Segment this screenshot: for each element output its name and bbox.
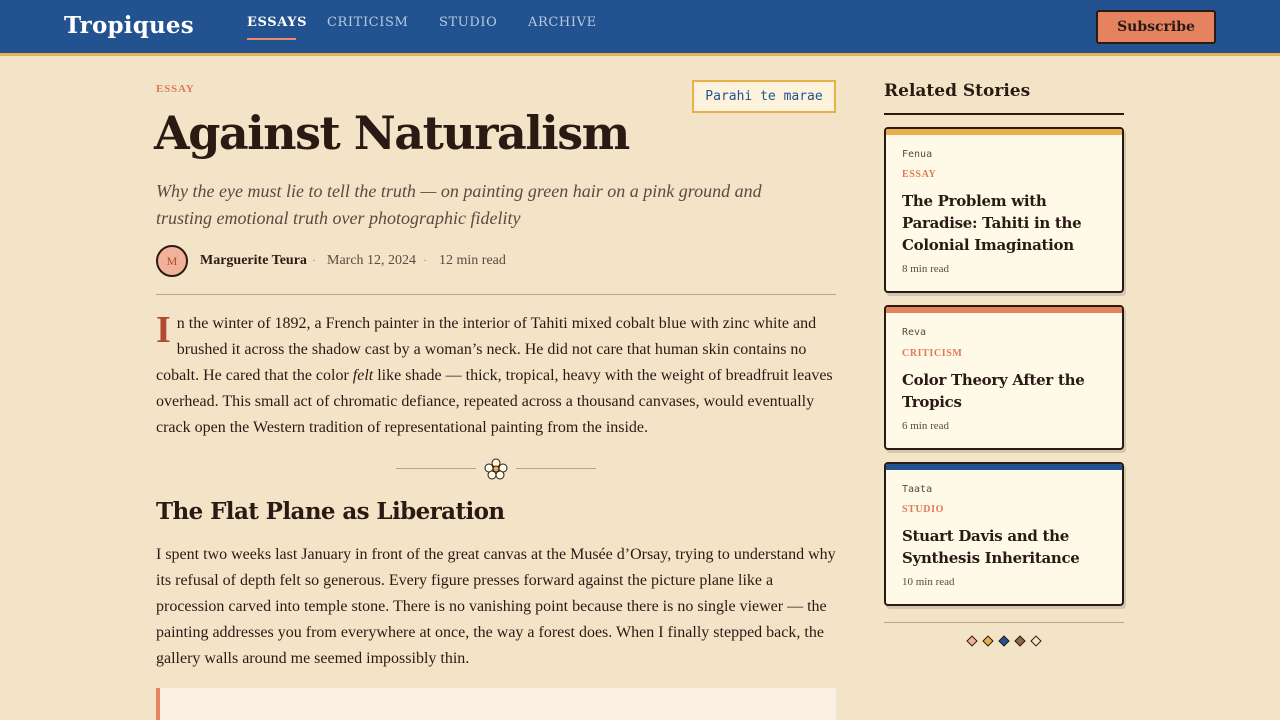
carousel-dot[interactable]: [998, 635, 1010, 647]
card-read-time: 10 min read: [902, 576, 955, 588]
card-title[interactable]: Stuart Davis and the Synthesis Inheritan…: [902, 525, 1114, 569]
author-name[interactable]: Marguerite Teura: [200, 253, 307, 269]
related-story-card[interactable]: Reva CRITICISM Color Theory After the Tr…: [884, 305, 1124, 450]
carousel-dot[interactable]: [1030, 635, 1042, 647]
card-read-time: 6 min read: [902, 420, 950, 432]
article-kicker: ESSAY: [156, 83, 195, 95]
card-source: Taata: [902, 484, 933, 495]
carousel-dot[interactable]: [982, 635, 994, 647]
article-title: Against Naturalism: [154, 106, 630, 160]
carousel-dot[interactable]: [1014, 635, 1026, 647]
card-category: CRITICISM: [902, 348, 963, 359]
pull-quote: [156, 688, 836, 720]
byline-separator: ·: [312, 253, 316, 267]
byline: M Marguerite Teura · March 12, 2024 · 12…: [156, 245, 836, 277]
card-title[interactable]: Color Theory After the Tropics: [902, 369, 1114, 413]
sidebar-divider: [884, 113, 1124, 115]
card-source: Fenua: [902, 149, 933, 160]
header-divider: [156, 294, 836, 295]
article-paragraph: I spent two weeks last January in front …: [156, 546, 836, 667]
author-avatar[interactable]: M: [156, 245, 188, 277]
related-story-card[interactable]: Fenua ESSAY The Problem with Paradise: T…: [884, 127, 1124, 293]
card-read-time: 8 min read: [902, 263, 950, 275]
card-title[interactable]: The Problem with Paradise: Tahiti in the…: [902, 190, 1114, 256]
nav-criticism[interactable]: CRITICISM: [327, 15, 408, 30]
card-accent-bar: [886, 307, 1122, 313]
nav-archive[interactable]: ARCHIVE: [528, 15, 597, 30]
ornament-line: [516, 468, 596, 469]
related-stories-heading: Related Stories: [884, 81, 1031, 101]
flower-icon: [484, 458, 508, 480]
subscribe-button[interactable]: Subscribe: [1096, 10, 1216, 44]
card-source: Reva: [902, 327, 927, 338]
publish-date: March 12, 2024: [327, 253, 417, 268]
emphasis-text: felt: [352, 367, 374, 384]
sidebar-bottom-divider: [884, 622, 1124, 623]
section-ornament: [396, 456, 596, 480]
drop-cap: I: [156, 309, 171, 351]
card-category: ESSAY: [902, 169, 937, 180]
carousel-dot[interactable]: [966, 635, 978, 647]
related-story-card[interactable]: Taata STUDIO Stuart Davis and the Synthe…: [884, 462, 1124, 606]
read-time: 12 min read: [439, 253, 506, 268]
nav-studio[interactable]: STUDIO: [439, 15, 497, 30]
card-accent-bar: [886, 464, 1122, 470]
nav-essays[interactable]: ESSAYS: [247, 15, 307, 30]
article-paragraph: In the winter of 1892, a French painter …: [156, 311, 836, 441]
top-nav-bar: Tropiques ESSAYS CRITICISM STUDIO ARCHIV…: [0, 0, 1280, 56]
byline-separator: ·: [423, 253, 427, 267]
site-logo[interactable]: Tropiques: [64, 12, 194, 39]
card-accent-bar: [886, 129, 1122, 135]
section-heading: The Flat Plane as Liberation: [156, 498, 505, 525]
artwork-tag[interactable]: Parahi te marae: [692, 80, 836, 113]
article-dek: Why the eye must lie to tell the truth —…: [156, 181, 762, 228]
carousel-dots: [966, 635, 1046, 649]
card-category: STUDIO: [902, 504, 944, 515]
nav-active-indicator: [247, 38, 296, 40]
ornament-line: [396, 468, 476, 469]
